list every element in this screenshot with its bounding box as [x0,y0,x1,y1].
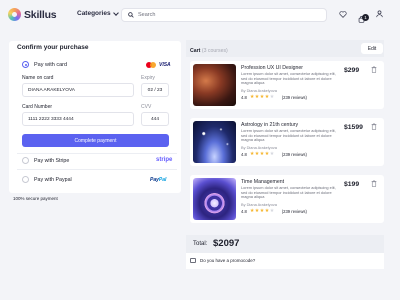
cart-button[interactable]: 1 [358,10,369,23]
review-count: (239 reviews) [281,94,307,100]
course-description: Lorem ipsum dolor sit amet, consectetur … [241,128,336,143]
divider [17,169,177,170]
paypal-radio[interactable] [22,176,29,183]
promocode-link[interactable]: Do you have a promocode? [190,258,255,263]
cvv-label: CVV [141,104,152,110]
stripe-logo: stripe [156,157,173,163]
cart-count-badge: 1 [362,14,369,21]
search-icon [128,12,134,18]
star-rating-icon: ★★★★★ [249,208,275,214]
user-icon[interactable] [376,10,383,18]
stripe-label: Pay with Stripe [34,157,70,164]
rating-value: 4.8 [241,151,247,157]
star-rating-icon: ★★★★★ [249,151,275,157]
course-description: Lorem ipsum dolor sit amet, consectetur … [241,185,336,200]
name-field[interactable]: DIANA ARAKELYOVA [22,83,134,97]
course-rating: 4.8 ★★★★★ (239 reviews) [241,94,307,100]
course-thumbnail [193,121,236,163]
rating-value: 4.8 [241,94,247,100]
heart-icon[interactable] [339,11,347,18]
pay-with-stripe-option[interactable]: Pay with Stripe [22,157,69,164]
card-number-field[interactable]: 1111 2222 3333 4444 [22,112,134,126]
search-input[interactable] [138,12,318,18]
rating-value: 4.8 [241,208,247,214]
total-label: Total: [193,241,208,247]
logo[interactable]: Skillus [8,8,57,21]
cart-item[interactable]: Time Management Lorem ipsum dolor sit am… [190,175,384,223]
cvv-field[interactable]: 444 [141,112,169,126]
course-author: By Diana Arakelyova [241,202,277,207]
course-author: By Diana Arakelyova [241,145,277,150]
total-value: $2097 [213,238,240,249]
card-radio[interactable] [22,61,29,68]
trash-icon[interactable] [371,180,377,187]
pay-card-label: Pay with card [34,61,68,68]
review-count: (239 reviews) [281,208,307,214]
mastercard-icon [146,62,156,68]
course-thumbnail [193,178,236,220]
secure-payment-note: 100% secure payment [13,196,58,201]
ticket-icon [190,258,196,263]
pay-with-paypal-option[interactable]: Pay with Paypal [22,176,72,183]
pay-with-card-option[interactable]: Pay with card [22,61,67,68]
course-price: $1599 [344,124,363,131]
top-header: Skillus Categories 1 [0,0,400,30]
course-rating: 4.8 ★★★★★ (239 reviews) [241,208,307,214]
cart-item[interactable]: Astrology in 21th century Lorem ipsum do… [190,118,384,166]
logo-text: Skillus [24,8,57,21]
categories-label: Categories [77,10,111,17]
trash-icon[interactable] [371,66,377,73]
course-rating: 4.8 ★★★★★ (239 reviews) [241,151,307,157]
cart-title: Cart (3 courses) [190,48,228,54]
course-price: $299 [344,67,360,74]
categories-dropdown[interactable]: Categories [77,9,119,17]
card-number-label: Card Number [22,104,53,110]
visa-logo: VISA [159,62,171,68]
course-thumbnail [193,64,236,106]
trash-icon[interactable] [371,123,377,130]
course-author: By Diana Arakelyova [241,88,277,93]
page-title: Confirm your purchase [17,44,89,51]
expiry-label: Expiry [141,75,155,81]
paypal-logo: PayPal [150,177,167,183]
promo-text: Do you have a promocode? [200,258,256,263]
stripe-radio[interactable] [22,157,29,164]
divider [17,153,177,154]
logo-icon [8,8,21,21]
complete-payment-button[interactable]: Complete payment [22,134,169,147]
star-rating-icon: ★★★★★ [249,94,275,100]
name-label: Name on card [22,75,54,81]
review-count: (239 reviews) [281,151,307,157]
course-price: $199 [344,181,360,188]
edit-button[interactable]: Edit [361,43,383,54]
chevron-down-icon [112,9,119,16]
cart-count-text: (3 courses) [201,48,228,54]
expiry-field[interactable]: 02 / 23 [141,83,169,97]
course-description: Lorem ipsum dolor sit amet, consectetur … [241,71,336,86]
search-bar[interactable] [121,8,327,22]
paypal-label: Pay with Paypal [34,176,72,183]
cart-item[interactable]: Profession UX UI Designer Lorem ipsum do… [190,61,384,109]
